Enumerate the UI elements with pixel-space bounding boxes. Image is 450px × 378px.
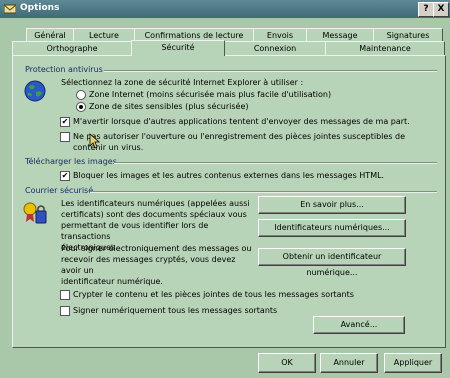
certificate-icon <box>23 202 47 224</box>
secure-mail-section-title: Courrier sécurisé <box>25 186 94 195</box>
learn-more-button[interactable]: En savoir plus... <box>258 196 406 214</box>
cancel-button[interactable]: Annuler <box>320 353 378 373</box>
tab-signatures[interactable]: Signatures <box>373 28 443 42</box>
digital-ids-button[interactable]: Identificateurs numériques... <box>258 219 406 237</box>
antivirus-section-title: Protection antivirus <box>25 65 103 74</box>
zone-intro-text: Sélectionnez la zone de sécurité Interne… <box>61 78 304 87</box>
block-images-label[interactable]: Bloquer les images et les autres contenu… <box>73 171 384 180</box>
zone-internet-label[interactable]: Zone Internet (moins sécurisée mais plus… <box>89 90 331 99</box>
tab-lecture[interactable]: Lecture <box>73 28 135 42</box>
zone-restricted-label[interactable]: Zone de sites sensibles (plus sécurisée) <box>89 102 249 111</box>
zone-internet-radio[interactable] <box>76 90 86 100</box>
globe-icon <box>24 80 46 102</box>
advanced-button[interactable]: Avancé... <box>313 316 405 334</box>
close-button[interactable]: X <box>433 2 449 17</box>
get-digital-id-button[interactable]: Obtenir un identificateur numérique... <box>258 248 406 277</box>
encrypt-checkbox[interactable] <box>60 290 70 300</box>
tab-maintenance[interactable]: Maintenance <box>325 41 445 55</box>
block-attachments-checkbox[interactable] <box>60 132 70 142</box>
window-title: Options <box>20 3 60 13</box>
zone-restricted-radio[interactable] <box>76 102 86 112</box>
sign-all-label[interactable]: Signer numériquement tous les messages s… <box>73 306 277 315</box>
tab-message[interactable]: Message <box>306 28 374 42</box>
divider <box>114 162 437 164</box>
divider <box>104 70 437 72</box>
tab-general[interactable]: Général <box>26 28 74 42</box>
tab-envois[interactable]: Envois <box>253 28 307 42</box>
divider <box>90 191 437 193</box>
tab-connexion[interactable]: Connexion <box>224 41 326 55</box>
warn-send-checkbox[interactable]: ✔ <box>60 117 70 127</box>
images-section-title: Télécharger les images <box>25 157 117 166</box>
sign-all-checkbox[interactable] <box>60 306 70 316</box>
encrypt-label[interactable]: Crypter le contenu et les pièces jointes… <box>73 290 354 299</box>
block-attachments-label-1[interactable]: Ne pas autoriser l'ouverture ou l'enregi… <box>73 132 405 141</box>
ok-button[interactable]: OK <box>258 353 316 373</box>
warn-send-label[interactable]: M'avertir lorsque d'autres applications … <box>73 117 410 126</box>
tab-orthographe[interactable]: Orthographe <box>12 41 132 55</box>
block-images-checkbox[interactable]: ✔ <box>60 171 70 181</box>
block-attachments-label-2[interactable]: contenir un virus. <box>73 143 143 152</box>
mouse-cursor-icon <box>89 133 101 149</box>
title-bar: Options ? X <box>0 0 450 18</box>
help-button[interactable]: ? <box>418 2 434 17</box>
tab-securite[interactable]: Sécurité <box>131 40 225 56</box>
sign-description: Pour signer électroniquement des message… <box>61 244 252 286</box>
apply-button[interactable]: Appliquer <box>384 353 442 373</box>
app-icon <box>4 4 16 14</box>
